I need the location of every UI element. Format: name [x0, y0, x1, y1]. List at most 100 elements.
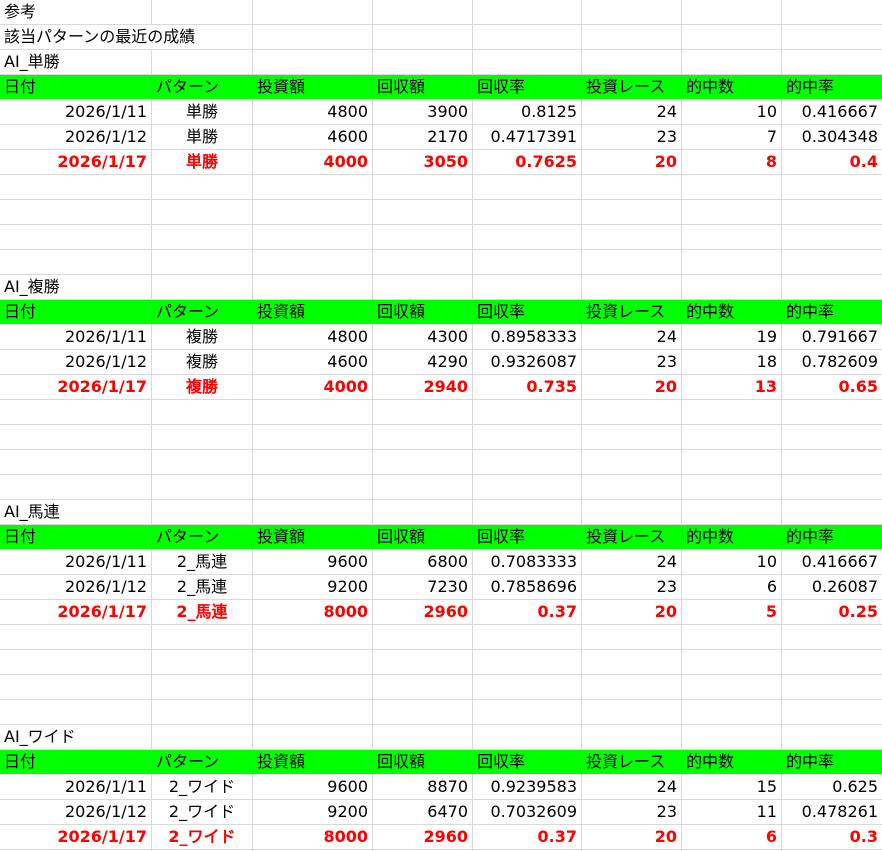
- cell-empty[interactable]: [152, 675, 253, 700]
- cell-empty[interactable]: [0, 700, 152, 725]
- data-cell[interactable]: 0.9326087: [473, 350, 582, 375]
- cell-empty[interactable]: [152, 500, 253, 525]
- cell-empty[interactable]: [682, 400, 782, 425]
- column-header[interactable]: パターン: [152, 300, 253, 325]
- data-cell[interactable]: 24: [582, 100, 682, 125]
- cell-empty[interactable]: [682, 50, 782, 75]
- cell-empty[interactable]: [473, 475, 582, 500]
- data-cell[interactable]: 20: [582, 825, 682, 850]
- cell-empty[interactable]: [782, 475, 882, 500]
- section-title-wide[interactable]: AI_ワイド: [0, 725, 152, 750]
- data-cell[interactable]: 単勝: [152, 125, 253, 150]
- cell-empty[interactable]: [682, 650, 782, 675]
- cell-empty[interactable]: [682, 450, 782, 475]
- cell-empty[interactable]: [582, 50, 682, 75]
- cell-empty[interactable]: [782, 500, 882, 525]
- data-cell[interactable]: 6800: [373, 550, 473, 575]
- cell-empty[interactable]: [682, 625, 782, 650]
- cell-empty[interactable]: [373, 475, 473, 500]
- cell-empty[interactable]: [152, 700, 253, 725]
- cell-empty[interactable]: [152, 725, 253, 750]
- data-cell[interactable]: 4000: [253, 150, 373, 175]
- cell-empty[interactable]: [682, 0, 782, 25]
- column-header[interactable]: 回収額: [373, 300, 473, 325]
- data-cell[interactable]: 2_ワイド: [152, 825, 253, 850]
- column-header[interactable]: 回収率: [473, 750, 582, 775]
- cell-empty[interactable]: [253, 425, 373, 450]
- column-header[interactable]: 日付: [0, 525, 152, 550]
- column-header[interactable]: パターン: [152, 75, 253, 100]
- data-cell[interactable]: 6: [682, 825, 782, 850]
- data-cell[interactable]: 0.782609: [782, 350, 882, 375]
- column-header[interactable]: 的中数: [682, 300, 782, 325]
- column-header[interactable]: 的中数: [682, 525, 782, 550]
- cell-empty[interactable]: [473, 25, 582, 50]
- column-header[interactable]: 回収率: [473, 300, 582, 325]
- column-header[interactable]: 投資レース: [582, 525, 682, 550]
- cell-empty[interactable]: [0, 625, 152, 650]
- data-cell[interactable]: 0.7083333: [473, 550, 582, 575]
- cell-empty[interactable]: [0, 200, 152, 225]
- cell-empty[interactable]: [373, 200, 473, 225]
- cell-empty[interactable]: [253, 400, 373, 425]
- cell-empty[interactable]: [253, 25, 373, 50]
- cell-empty[interactable]: [152, 175, 253, 200]
- data-cell[interactable]: 5: [682, 600, 782, 625]
- column-header[interactable]: パターン: [152, 750, 253, 775]
- cell-empty[interactable]: [582, 25, 682, 50]
- cell-empty[interactable]: [782, 400, 882, 425]
- data-cell[interactable]: 2026/1/11: [0, 775, 152, 800]
- data-cell[interactable]: 7230: [373, 575, 473, 600]
- column-header[interactable]: 日付: [0, 75, 152, 100]
- cell-empty[interactable]: [582, 225, 682, 250]
- cell-empty[interactable]: [782, 0, 882, 25]
- data-cell[interactable]: 6: [682, 575, 782, 600]
- cell-empty[interactable]: [782, 250, 882, 275]
- cell-empty[interactable]: [152, 400, 253, 425]
- cell-empty[interactable]: [473, 425, 582, 450]
- cell-empty[interactable]: [373, 50, 473, 75]
- data-cell[interactable]: 複勝: [152, 375, 253, 400]
- column-header[interactable]: 回収額: [373, 75, 473, 100]
- cell-empty[interactable]: [682, 425, 782, 450]
- cell-note-title[interactable]: 参考: [0, 0, 152, 25]
- data-cell[interactable]: 2026/1/12: [0, 350, 152, 375]
- cell-empty[interactable]: [253, 675, 373, 700]
- cell-empty[interactable]: [582, 625, 682, 650]
- column-header[interactable]: 的中率: [782, 750, 882, 775]
- data-cell[interactable]: 2026/1/12: [0, 575, 152, 600]
- cell-empty[interactable]: [0, 650, 152, 675]
- data-cell[interactable]: 0.37: [473, 825, 582, 850]
- data-cell[interactable]: 3050: [373, 150, 473, 175]
- data-cell[interactable]: 2940: [373, 375, 473, 400]
- cell-empty[interactable]: [473, 400, 582, 425]
- data-cell[interactable]: 4600: [253, 350, 373, 375]
- cell-empty[interactable]: [0, 250, 152, 275]
- cell-empty[interactable]: [473, 450, 582, 475]
- cell-empty[interactable]: [782, 450, 882, 475]
- cell-empty[interactable]: [373, 650, 473, 675]
- cell-empty[interactable]: [682, 250, 782, 275]
- data-cell[interactable]: 10: [682, 550, 782, 575]
- cell-empty[interactable]: [682, 675, 782, 700]
- cell-empty[interactable]: [782, 700, 882, 725]
- cell-empty[interactable]: [253, 500, 373, 525]
- cell-empty[interactable]: [373, 500, 473, 525]
- data-cell[interactable]: 13: [682, 375, 782, 400]
- data-cell[interactable]: 20: [582, 150, 682, 175]
- data-cell[interactable]: 4800: [253, 100, 373, 125]
- data-cell[interactable]: 0.8125: [473, 100, 582, 125]
- cell-empty[interactable]: [373, 725, 473, 750]
- data-cell[interactable]: 2_ワイド: [152, 775, 253, 800]
- data-cell[interactable]: 23: [582, 350, 682, 375]
- data-cell[interactable]: 23: [582, 800, 682, 825]
- cell-empty[interactable]: [253, 200, 373, 225]
- cell-empty[interactable]: [782, 650, 882, 675]
- cell-empty[interactable]: [473, 625, 582, 650]
- data-cell[interactable]: 0.3: [782, 825, 882, 850]
- cell-empty[interactable]: [473, 175, 582, 200]
- cell-note-subtitle[interactable]: 該当パターンの最近の成績: [0, 25, 195, 50]
- column-header[interactable]: 回収率: [473, 75, 582, 100]
- column-header[interactable]: 投資額: [253, 300, 373, 325]
- data-cell[interactable]: 0.26087: [782, 575, 882, 600]
